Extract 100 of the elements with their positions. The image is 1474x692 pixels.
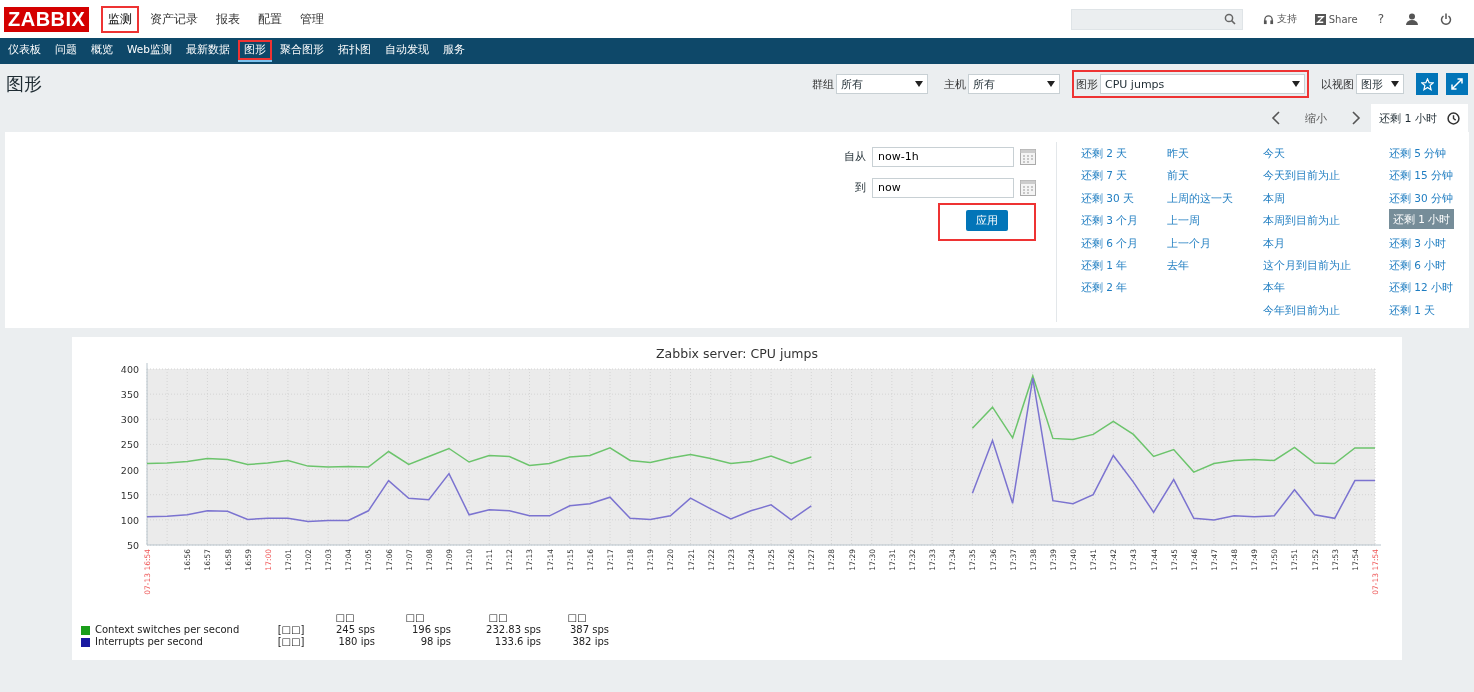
to-input[interactable]: now [872,177,1014,198]
quick-range-link[interactable]: 这个月到目前为止 [1263,253,1389,277]
from-input[interactable]: now-1h [872,146,1014,167]
user-icon[interactable] [1406,13,1418,25]
quick-range-link[interactable]: 还剩 3 个月 [1081,209,1167,232]
y-tick-label: 400 [120,364,139,375]
quick-range-link[interactable]: 前天 [1167,164,1263,187]
apply-button[interactable]: 应用 [966,210,1008,231]
quick-range-link[interactable]: 昨天 [1167,142,1263,165]
filter-label: 主机 [944,76,966,92]
nav-tab[interactable]: 仪表板 [2,40,47,62]
y-tick-label: 350 [120,389,139,401]
quick-range-link[interactable]: 上周的这一天 [1167,186,1263,210]
legend-value: 245 sps [334,624,375,636]
quick-range-link[interactable]: 今天 [1263,142,1389,165]
zoom-out-link[interactable]: 缩小 [1305,110,1327,126]
legend-function: [□□] [276,636,306,648]
quick-range-link[interactable]: 还剩 5 分钟 [1389,142,1469,165]
quick-range-link[interactable]: 今年到目前为止 [1263,298,1389,322]
y-tick-label: 200 [120,464,139,476]
time-tab[interactable]: 还剩 1 小时 [1371,104,1468,132]
quick-range-link[interactable]: 还剩 15 分钟 [1389,164,1469,187]
nav-tab[interactable]: 最新数据 [179,40,236,62]
page-title: 图形 [6,72,42,96]
quick-range-link[interactable]: 还剩 1 小时 [1389,209,1455,230]
y-tick-label: 250 [120,439,139,451]
quick-range-link[interactable]: 还剩 3 小时 [1389,231,1469,254]
filter-select[interactable]: 所有 [968,74,1060,94]
y-tick-label: 50 [126,540,139,551]
nav-tab[interactable]: 问题 [49,40,83,62]
quick-range-link[interactable]: 本周 [1263,186,1389,210]
filter-select[interactable]: 图形 [1356,74,1404,94]
star-icon [1420,77,1434,91]
search-icon [1223,13,1236,25]
quick-range-link[interactable]: 还剩 2 天 [1081,142,1167,165]
favorite-button[interactable] [1416,73,1438,95]
help-link[interactable]: ? [1377,12,1384,26]
nav-tab[interactable]: 自动发现 [378,40,435,62]
quick-range-link[interactable]: 还剩 30 天 [1081,186,1167,210]
quick-range-link[interactable]: 还剩 30 分钟 [1389,186,1469,210]
legend-header: □□ [487,612,509,624]
nav-tab[interactable]: Web监测 [121,40,178,62]
zabbix-logo[interactable]: ZABBIX [4,6,90,32]
nav-tab[interactable]: 服务 [436,40,471,62]
legend-value: 232.83 sps [485,624,541,636]
quick-range-link[interactable]: 还剩 2 年 [1081,276,1167,299]
filter-label: 图形 [1076,76,1098,92]
nav-tab[interactable]: 图形 [237,40,272,62]
chart-title: Zabbix server: CPU jumps [656,346,818,361]
filter-label: 群组 [812,76,834,92]
from-label: 自从 [843,149,866,164]
z-share-icon [1314,13,1326,25]
filter-select[interactable]: 所有 [836,74,928,94]
quick-range-link[interactable]: 还剩 12 小时 [1389,276,1469,299]
quick-range-link[interactable]: 上一周 [1167,209,1263,232]
quick-range-link[interactable]: 上一个月 [1167,231,1263,254]
chevron-left-icon[interactable] [1271,111,1281,125]
support-link[interactable]: 支持 [1262,12,1297,26]
clock-icon [1447,111,1460,125]
quick-range-link[interactable]: 本月 [1263,231,1389,254]
quick-range-link[interactable]: 今天到目前为止 [1263,164,1389,187]
quick-range-link[interactable]: 本周到目前为止 [1263,209,1389,232]
y-tick-label: 100 [120,514,139,526]
quick-range-link[interactable]: 还剩 6 小时 [1389,253,1469,277]
menu-item[interactable]: 报表 [209,5,248,33]
nav-tab[interactable]: 拓扑图 [331,40,377,62]
y-tick-label: 150 [120,489,139,501]
chevron-right-icon[interactable] [1351,111,1361,125]
filter-select[interactable]: CPU jumps [1100,74,1305,94]
menu-item[interactable]: 监测 [101,5,140,33]
quick-range-link[interactable]: 本年 [1263,276,1389,299]
legend-header: □□ [404,612,426,624]
legend-value: 387 sps [568,624,609,636]
nav-tab[interactable]: 聚合图形 [273,40,330,62]
legend-header: □□ [566,612,588,624]
nav-tab[interactable]: 概览 [85,40,119,62]
legend-value: 98 ips [419,636,451,648]
menu-item[interactable]: 管理 [293,5,332,33]
expand-icon [1451,78,1463,90]
share-link[interactable]: Share [1314,13,1358,25]
legend-function: [□□] [276,624,306,636]
to-label: 到 [854,180,866,195]
quick-range-link[interactable]: 还剩 1 天 [1389,298,1469,322]
search-field[interactable] [1070,8,1243,30]
quick-range-link[interactable]: 还剩 7 天 [1081,164,1167,187]
legend-label: Interrupts per second [95,636,204,648]
menu-item[interactable]: 配置 [251,5,290,33]
y-tick-label: 300 [120,414,139,426]
quick-range-link[interactable]: 还剩 6 个月 [1081,231,1167,254]
legend-header: □□ [334,612,356,624]
filter-label: 以视图 [1321,76,1354,92]
legend-value: 133.6 ips [493,636,541,648]
quick-range-link[interactable]: 去年 [1167,253,1263,277]
power-icon[interactable] [1440,13,1452,25]
menu-item[interactable]: 资产记录 [143,5,206,33]
fullscreen-button[interactable] [1446,73,1468,95]
legend-value: 196 sps [410,624,451,636]
quick-range-link[interactable]: 还剩 1 年 [1081,253,1167,277]
legend-value: 180 ips [337,636,375,648]
legend-label: Context switches per second [95,624,241,636]
